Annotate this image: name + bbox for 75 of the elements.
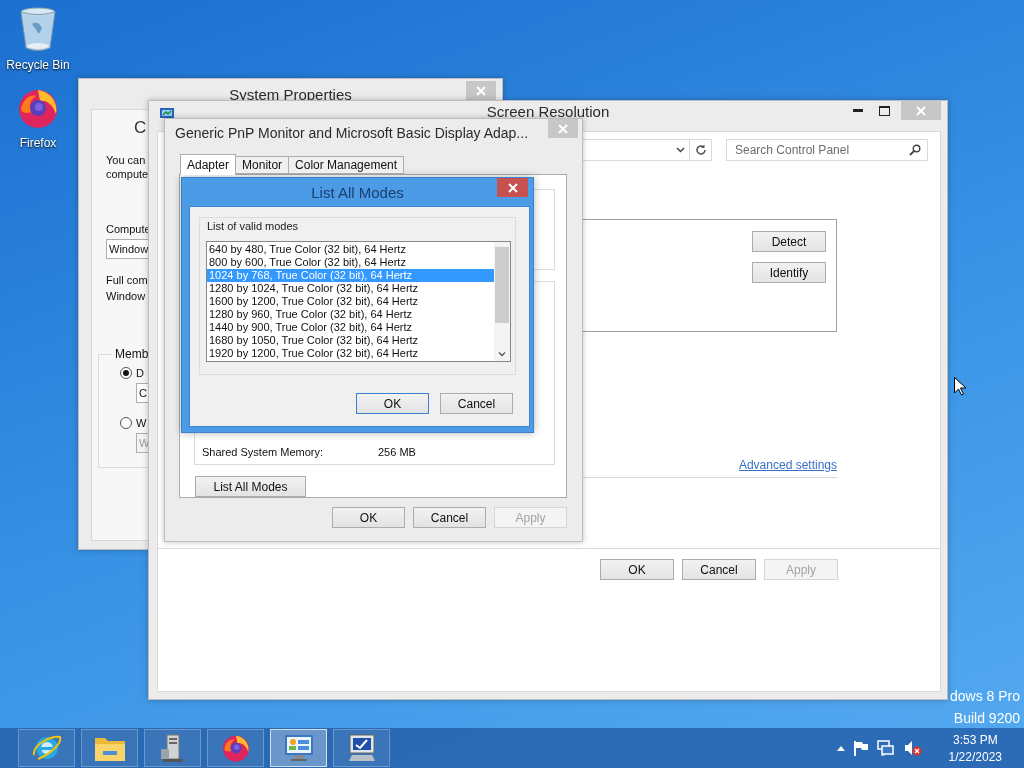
browser-icon bbox=[31, 733, 62, 763]
firefox-icon bbox=[220, 733, 251, 763]
search-field[interactable]: Search Control Panel bbox=[726, 139, 928, 161]
modes-list[interactable] bbox=[206, 241, 511, 362]
mode-item[interactable]: 1440 by 900, True Color (32 bit), 64 Hertz bbox=[207, 321, 494, 334]
desktop-icon-label[interactable]: Firefox bbox=[19, 136, 57, 150]
panel-button[interactable]: Detect bbox=[752, 231, 826, 252]
refresh-icon bbox=[694, 144, 707, 156]
control-panel-icon bbox=[282, 733, 315, 763]
show-hidden-icons-button[interactable] bbox=[836, 745, 845, 751]
close-icon bbox=[507, 182, 518, 193]
dialog-button[interactable]: OK bbox=[356, 393, 429, 414]
muted-speaker-icon bbox=[903, 740, 922, 756]
recycle-bin-icon bbox=[18, 6, 58, 52]
mode-item[interactable]: 800 by 600, True Color (32 bit), 64 Hertz bbox=[207, 256, 494, 269]
advanced-settings-link[interactable]: Advanced settings bbox=[738, 458, 837, 472]
radio-button[interactable] bbox=[120, 367, 132, 379]
tab-heading: C bbox=[134, 118, 147, 138]
scrollbar[interactable] bbox=[494, 242, 510, 361]
chevron-down-icon bbox=[498, 352, 506, 357]
mode-item[interactable]: 1680 by 1050, True Color (32 bit), 64 Hertz bbox=[207, 334, 494, 347]
refresh-button[interactable] bbox=[690, 139, 712, 161]
os-watermark-text: Build 9200 bbox=[953, 710, 1020, 726]
flag-icon bbox=[853, 740, 868, 756]
network-icon bbox=[876, 740, 895, 756]
window-title: System Properties bbox=[229, 85, 352, 103]
close-button[interactable] bbox=[497, 178, 528, 197]
group-label: List of valid modes bbox=[207, 220, 300, 232]
radio-label: W bbox=[136, 416, 147, 430]
desktop-icon-label[interactable]: Recycle Bin bbox=[6, 58, 70, 72]
tab[interactable]: Adapter bbox=[180, 154, 237, 175]
close-icon bbox=[476, 85, 486, 96]
dialog-button[interactable]: Cancel bbox=[413, 507, 486, 528]
close-icon bbox=[916, 105, 926, 116]
taskbar-button[interactable] bbox=[18, 729, 75, 767]
mode-item[interactable]: 1280 by 1024, True Color (32 bit), 64 Hertz bbox=[207, 282, 494, 295]
mode-item[interactable]: 1920 by 1200, True Color (32 bit), 64 Hertz bbox=[207, 347, 494, 360]
taskbar-button[interactable] bbox=[207, 729, 264, 767]
mouse-pointer-icon bbox=[954, 377, 966, 396]
panel-button[interactable]: Identify bbox=[752, 262, 826, 283]
minimize-icon bbox=[853, 109, 863, 112]
dialog-button[interactable]: Cancel bbox=[682, 559, 756, 580]
maximize-icon bbox=[878, 105, 890, 116]
dialog-button[interactable]: Cancel bbox=[440, 393, 513, 414]
window-title: List All Modes bbox=[311, 183, 404, 201]
window-title: Screen Resolution bbox=[486, 103, 610, 120]
mode-item[interactable]: 640 by 480, True Color (32 bit), 64 Hertz bbox=[207, 243, 494, 256]
description-text: You can compute bbox=[106, 153, 149, 181]
mode-item[interactable]: 1280 by 960, True Color (32 bit), 64 Hertz bbox=[207, 308, 494, 321]
tab[interactable]: Color Management bbox=[288, 156, 405, 174]
search-icon bbox=[909, 144, 921, 156]
dialog-button[interactable]: OK bbox=[332, 507, 405, 528]
network-button[interactable] bbox=[876, 740, 895, 756]
chevron-down-icon bbox=[676, 147, 685, 153]
list-all-modes-button[interactable]: List All Modes bbox=[195, 476, 306, 497]
volume-button[interactable] bbox=[903, 740, 922, 756]
field-label: Compute bbox=[106, 222, 151, 236]
action-center-button[interactable] bbox=[853, 740, 868, 756]
clock[interactable]: 3:53 PM 1/22/2023 bbox=[948, 732, 1002, 764]
dialog-button[interactable]: OK bbox=[600, 559, 674, 580]
radio-label: D bbox=[136, 366, 144, 380]
taskbar-button[interactable] bbox=[333, 729, 390, 767]
taskbar-button[interactable] bbox=[270, 729, 327, 767]
memory-label: Shared System Memory: bbox=[202, 446, 325, 459]
close-icon bbox=[558, 123, 568, 134]
window-title: Generic PnP Monitor and Microsoft Basic Display Adap... bbox=[175, 124, 528, 141]
full-name-text: Full com Window bbox=[106, 273, 148, 303]
tab[interactable]: Monitor bbox=[235, 156, 290, 174]
os-watermark-text: dows 8 Pro bbox=[949, 688, 1020, 704]
taskbar-button[interactable] bbox=[144, 729, 201, 767]
mode-item[interactable]: 1600 by 1200, True Color (32 bit), 64 Hertz bbox=[207, 295, 494, 308]
control-panel-icon bbox=[160, 108, 174, 120]
taskbar-button[interactable] bbox=[81, 729, 138, 767]
caret-up-icon bbox=[836, 745, 845, 751]
memory-value: 256 MB bbox=[378, 446, 416, 459]
